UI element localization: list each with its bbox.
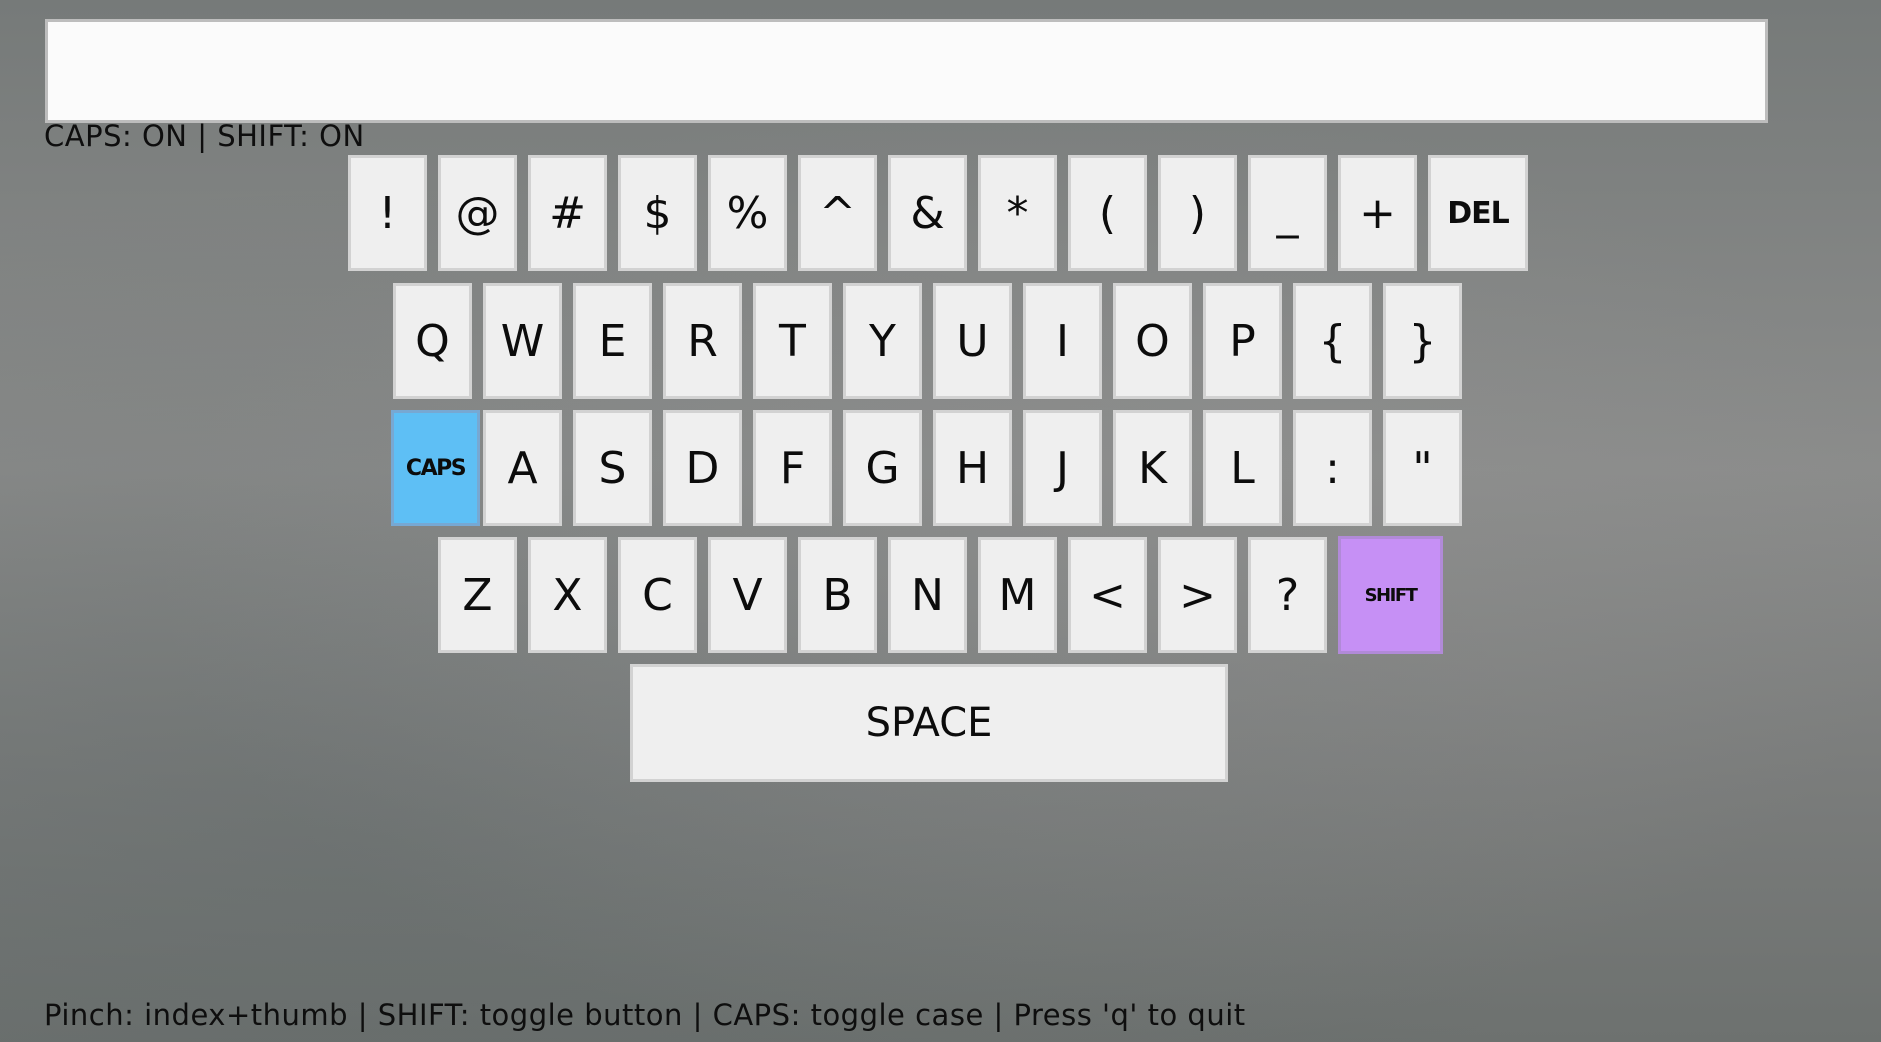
key-greater-than[interactable]: > — [1158, 537, 1237, 653]
caps-shift-status: CAPS: ON | SHIFT: ON — [44, 119, 365, 153]
key-d[interactable]: D — [663, 410, 742, 526]
key-o[interactable]: O — [1113, 283, 1192, 399]
key-at[interactable]: @ — [438, 155, 517, 271]
key-a[interactable]: A — [483, 410, 562, 526]
shift-key[interactable]: SHIFT — [1338, 536, 1443, 654]
key-percent[interactable]: % — [708, 155, 787, 271]
key-b[interactable]: B — [798, 537, 877, 653]
key-plus[interactable]: + — [1338, 155, 1417, 271]
key-quote[interactable]: " — [1383, 410, 1462, 526]
key-z[interactable]: Z — [438, 537, 517, 653]
key-colon[interactable]: : — [1293, 410, 1372, 526]
key-caret[interactable]: ^ — [798, 155, 877, 271]
key-underscore[interactable]: _ — [1248, 155, 1327, 271]
help-instructions: Pinch: index+thumb | SHIFT: toggle butto… — [44, 998, 1246, 1032]
key-v[interactable]: V — [708, 537, 787, 653]
key-exclamation[interactable]: ! — [348, 155, 427, 271]
key-w[interactable]: W — [483, 283, 562, 399]
key-right-brace[interactable]: } — [1383, 283, 1462, 399]
key-right-paren[interactable]: ) — [1158, 155, 1237, 271]
key-f[interactable]: F — [753, 410, 832, 526]
key-p[interactable]: P — [1203, 283, 1282, 399]
key-q[interactable]: Q — [393, 283, 472, 399]
key-t[interactable]: T — [753, 283, 832, 399]
key-asterisk[interactable]: * — [978, 155, 1057, 271]
key-k[interactable]: K — [1113, 410, 1192, 526]
key-s[interactable]: S — [573, 410, 652, 526]
key-g[interactable]: G — [843, 410, 922, 526]
typed-text-display — [45, 19, 1768, 123]
key-h[interactable]: H — [933, 410, 1012, 526]
key-c[interactable]: C — [618, 537, 697, 653]
key-i[interactable]: I — [1023, 283, 1102, 399]
key-x[interactable]: X — [528, 537, 607, 653]
key-u[interactable]: U — [933, 283, 1012, 399]
space-key[interactable]: SPACE — [630, 664, 1228, 782]
key-n[interactable]: N — [888, 537, 967, 653]
delete-key[interactable]: DEL — [1428, 155, 1528, 271]
key-m[interactable]: M — [978, 537, 1057, 653]
key-dollar[interactable]: $ — [618, 155, 697, 271]
key-less-than[interactable]: < — [1068, 537, 1147, 653]
key-hash[interactable]: # — [528, 155, 607, 271]
key-left-paren[interactable]: ( — [1068, 155, 1147, 271]
key-y[interactable]: Y — [843, 283, 922, 399]
key-j[interactable]: J — [1023, 410, 1102, 526]
key-left-brace[interactable]: { — [1293, 283, 1372, 399]
key-e[interactable]: E — [573, 283, 652, 399]
key-ampersand[interactable]: & — [888, 155, 967, 271]
key-l[interactable]: L — [1203, 410, 1282, 526]
key-question[interactable]: ? — [1248, 537, 1327, 653]
key-r[interactable]: R — [663, 283, 742, 399]
caps-lock-key[interactable]: CAPS — [391, 410, 480, 526]
